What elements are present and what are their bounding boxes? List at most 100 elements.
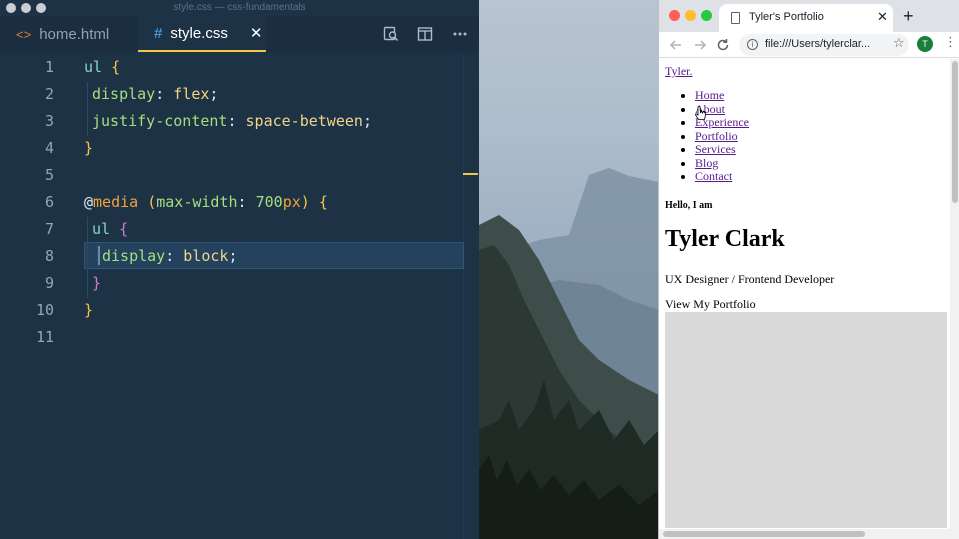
code-line-8: display: block;: [102, 247, 237, 265]
close-tab-icon[interactable]: ✕: [250, 24, 263, 42]
nav-item: Home: [695, 88, 749, 103]
scrollbar-change-marker: [463, 173, 478, 175]
editor-titlebar: style.css — css-fundamentals: [0, 0, 479, 16]
logo-link[interactable]: Tyler.: [665, 64, 693, 79]
hero-image-placeholder: [665, 312, 947, 528]
greeting-text: Hello, I am: [665, 200, 713, 211]
css-property: justify-content: [92, 112, 228, 130]
nav-link-home[interactable]: Home: [695, 88, 724, 102]
close-brace: }: [84, 139, 94, 157]
tab-label: home.html: [39, 25, 110, 43]
hand-cursor-icon: [695, 106, 706, 120]
tab-style-css[interactable]: # style.css ✕: [138, 16, 266, 52]
nav-item: Services: [695, 142, 749, 157]
nav-item: Blog: [695, 156, 749, 171]
nav-link-blog[interactable]: Blog: [695, 156, 718, 170]
profile-avatar[interactable]: T: [917, 36, 933, 52]
new-tab-button[interactable]: +: [903, 6, 914, 27]
media-unit: px: [282, 193, 301, 211]
browser-minimize-button[interactable]: [685, 10, 696, 21]
line-number: 6: [44, 193, 54, 211]
tab-label: style.css: [170, 24, 228, 42]
kebab-menu-icon[interactable]: ⋮: [944, 35, 957, 50]
close-paren: ): [300, 193, 310, 211]
code-line-2: display: flex;: [92, 85, 218, 103]
bookmark-star-icon[interactable]: ☆: [893, 36, 905, 51]
editor-ruler: [463, 54, 464, 539]
horizontal-scrollbar[interactable]: [659, 529, 959, 539]
code-line-7: ul {: [92, 220, 128, 238]
line-number: 10: [35, 301, 54, 319]
colon: :: [227, 112, 237, 130]
css-property: display: [92, 85, 156, 103]
editor-tab-bar: <> home.html # style.css ✕: [0, 16, 479, 52]
at-rule-keyword: media: [93, 193, 139, 211]
nav-item: Portfolio: [695, 129, 749, 144]
vertical-scrollbar[interactable]: [950, 59, 959, 529]
css-selector: ul: [92, 220, 111, 238]
vertical-scroll-thumb[interactable]: [952, 61, 958, 203]
more-actions-icon[interactable]: [452, 26, 468, 42]
colon: :: [165, 247, 175, 265]
line-number: 3: [44, 112, 54, 130]
browser-window: Tyler's Portfolio ✕ + i file:///Users/ty…: [658, 0, 959, 539]
nav-link-contact[interactable]: Contact: [695, 169, 732, 183]
horizontal-scroll-thumb[interactable]: [663, 531, 865, 537]
line-number: 9: [44, 274, 54, 292]
open-brace: {: [318, 193, 328, 211]
colon: :: [237, 193, 247, 211]
line-number: 1: [44, 58, 54, 76]
open-paren: (: [147, 193, 157, 211]
browser-tab[interactable]: Tyler's Portfolio ✕: [719, 4, 893, 32]
forward-arrow-icon[interactable]: [693, 38, 707, 52]
address-bar-url: file:///Users/tylerclar...: [765, 38, 871, 50]
nav-link-portfolio[interactable]: Portfolio: [695, 129, 738, 143]
code-line-3: justify-content: space-between;: [92, 112, 372, 130]
browser-tab-strip: Tyler's Portfolio ✕ +: [659, 0, 959, 32]
split-editor-icon[interactable]: [417, 26, 433, 42]
nav-link-services[interactable]: Services: [695, 142, 736, 156]
semicolon: ;: [228, 247, 238, 265]
line-number: 5: [44, 166, 54, 184]
desktop-wallpaper: [479, 0, 659, 539]
semicolon: ;: [362, 112, 372, 130]
hero-heading: Tyler Clark: [665, 226, 785, 252]
nav-item: Contact: [695, 169, 749, 184]
document-icon: [731, 12, 740, 24]
window-title: style.css — css-fundamentals: [173, 2, 306, 13]
close-brace: }: [84, 301, 94, 319]
text-cursor: [98, 246, 100, 265]
code-line-4: }: [84, 139, 93, 157]
semicolon: ;: [209, 85, 219, 103]
media-feature: max-width: [156, 193, 238, 211]
open-brace: {: [119, 220, 129, 238]
tab-home-html[interactable]: <> home.html: [0, 16, 138, 52]
hash-icon: #: [154, 24, 163, 42]
address-bar[interactable]: i file:///Users/tylerclar... ☆: [739, 34, 909, 56]
browser-tab-title: Tyler's Portfolio: [749, 11, 824, 23]
search-in-files-icon[interactable]: [383, 26, 399, 42]
indent-guide: [87, 217, 88, 298]
code-editor-window: style.css — css-fundamentals <> home.htm…: [0, 0, 479, 539]
indent-guide: [87, 82, 88, 136]
portfolio-cta[interactable]: View My Portfolio: [665, 297, 756, 312]
close-brace: }: [92, 274, 102, 292]
browser-close-button[interactable]: [669, 10, 680, 21]
info-icon[interactable]: i: [747, 39, 758, 50]
line-number: 7: [44, 220, 54, 238]
browser-zoom-button[interactable]: [701, 10, 712, 21]
code-line-9: }: [92, 274, 101, 292]
colon: :: [155, 85, 165, 103]
css-value: block: [183, 247, 229, 265]
line-number: 11: [35, 328, 54, 346]
css-property: display: [102, 247, 166, 265]
open-brace: {: [111, 58, 121, 76]
css-value: flex: [173, 85, 210, 103]
css-value: space-between: [245, 112, 363, 130]
close-tab-icon[interactable]: ✕: [877, 9, 888, 25]
reload-icon[interactable]: [716, 38, 730, 52]
line-number: 8: [44, 247, 54, 265]
css-selector: ul: [84, 58, 103, 76]
code-line-6: @media (max-width: 700px) {: [84, 193, 328, 211]
back-arrow-icon[interactable]: [669, 38, 683, 52]
